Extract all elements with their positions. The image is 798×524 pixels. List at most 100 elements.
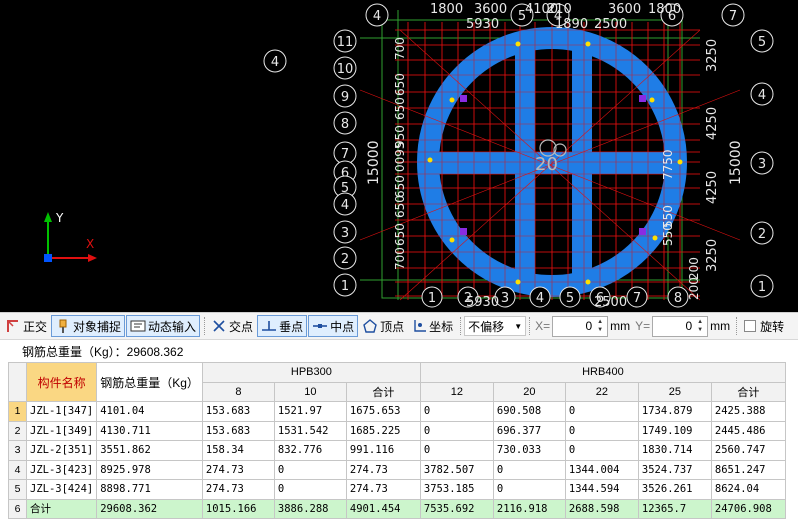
axis-bubble-right[interactable]: 3: [750, 151, 774, 175]
axis-bubble-left[interactable]: 9: [333, 84, 357, 108]
weight-value-cell[interactable]: 1830.714: [637, 440, 712, 461]
table-row[interactable]: 4 JZL-3[423] 8925.978 274.73 0 274.73 3782.507…: [8, 459, 786, 480]
row-number[interactable]: 2: [8, 420, 27, 441]
total-weight-cell[interactable]: 3551.862: [96, 440, 203, 461]
table-row[interactable]: 2 JZL-1[349] 4130.711 153.683 1531.542 1685.2…: [8, 420, 786, 441]
cad-drawing[interactable]: 20 1110987654321543214 5 4 6 71 2 3 4 5 6 7 84 1800…: [0, 0, 798, 312]
weight-value-cell[interactable]: 1734.879: [637, 401, 712, 422]
axis-bubble-left[interactable]: 4: [333, 192, 357, 216]
x-spinner[interactable]: ▲ ▼: [595, 317, 605, 336]
axis-bubble-top[interactable]: 4: [365, 3, 389, 27]
weight-value-cell[interactable]: 0: [273, 479, 347, 500]
beam-vertical-left[interactable]: [515, 42, 535, 284]
total-weight-cell[interactable]: 8925.978: [96, 459, 203, 480]
weight-value-cell[interactable]: 274.73: [345, 479, 421, 500]
total-weight-cell[interactable]: 4101.04: [96, 401, 203, 422]
member-name-cell[interactable]: JZL-1[349]: [25, 420, 98, 441]
member-name-cell[interactable]: 合计: [25, 498, 98, 519]
weight-value-cell[interactable]: 690.508: [492, 401, 566, 422]
weight-value-cell[interactable]: 1521.97: [273, 401, 347, 422]
table-row[interactable]: 6 合计 29608.362 1015.166 3886.288 4901.454 7535…: [8, 498, 786, 519]
weight-value-cell[interactable]: 2116.918: [492, 498, 566, 519]
column-header-diameter[interactable]: 合计: [710, 381, 786, 402]
weight-value-cell[interactable]: 153.683: [201, 420, 275, 441]
weight-value-cell[interactable]: 2560.747: [710, 440, 786, 461]
weight-value-cell[interactable]: 3526.261: [637, 479, 712, 500]
table-row[interactable]: 3 JZL-2[351] 3551.862 158.34 832.776 991.116 0…: [8, 440, 786, 461]
column-header-diameter[interactable]: 合计: [345, 381, 421, 402]
weight-value-cell[interactable]: 1344.004: [564, 459, 639, 480]
axis-bubble-left[interactable]: 11: [333, 29, 357, 53]
beam-vertical-right[interactable]: [572, 42, 592, 284]
weight-value-cell[interactable]: 7535.692: [419, 498, 494, 519]
weight-value-cell[interactable]: 1015.166: [201, 498, 275, 519]
member-name-cell[interactable]: JZL-3[423]: [25, 459, 98, 480]
axis-bubble-right[interactable]: 4: [750, 82, 774, 106]
weight-value-cell[interactable]: 0: [419, 401, 494, 422]
weight-value-cell[interactable]: 3782.507: [419, 459, 494, 480]
cad-viewport[interactable]: 20 11 10 9 8 7 6 5 4 3 2 1 5 4 3 2 1 4 5 4 6 7 1 2 3 4 5 6 7 8 4 1800…: [0, 0, 798, 312]
weight-value-cell[interactable]: 0: [419, 420, 494, 441]
weight-value-cell[interactable]: 2688.598: [564, 498, 639, 519]
weight-value-cell[interactable]: 153.683: [201, 401, 275, 422]
weight-value-cell[interactable]: 0: [492, 479, 566, 500]
rotate-checkbox[interactable]: [744, 320, 757, 332]
weight-value-cell[interactable]: 1685.225: [345, 420, 421, 441]
axis-bubble-right[interactable]: 5: [750, 29, 774, 53]
axis-bubble-left[interactable]: 3: [333, 220, 357, 244]
column-header-diameter[interactable]: 8: [201, 381, 275, 402]
offset-mode-select[interactable]: 不偏移 ▼: [464, 316, 527, 336]
midpoint-snap[interactable]: 中点: [308, 315, 359, 337]
weight-value-cell[interactable]: 8624.04: [710, 479, 786, 500]
total-weight-cell[interactable]: 29608.362: [96, 498, 203, 519]
member-name-cell[interactable]: JZL-2[351]: [25, 440, 98, 461]
weight-value-cell[interactable]: 8651.247: [710, 459, 786, 480]
weight-value-cell[interactable]: 3524.737: [637, 459, 712, 480]
ortho-toggle[interactable]: 正交: [2, 315, 50, 337]
axis-bubble-bottom[interactable]: 4: [529, 286, 551, 308]
column-header-diameter[interactable]: 22: [564, 381, 639, 402]
weight-value-cell[interactable]: 3753.185: [419, 479, 494, 500]
axis-bubble-top[interactable]: 7: [721, 3, 745, 27]
row-number[interactable]: 1: [8, 401, 27, 422]
weight-value-cell[interactable]: 832.776: [273, 440, 347, 461]
axis-bubble-left[interactable]: 8: [333, 111, 357, 135]
axis-bubble-left[interactable]: 10: [333, 56, 357, 80]
weight-value-cell[interactable]: 0: [273, 459, 347, 480]
row-number[interactable]: 6: [8, 498, 27, 519]
intersection-snap[interactable]: 交点: [208, 315, 256, 337]
dynamic-input-toggle[interactable]: 动态输入: [126, 315, 201, 337]
column-header-weight[interactable]: 钢筋总重量（Kg）: [96, 362, 203, 402]
weight-value-cell[interactable]: 2425.388: [710, 401, 786, 422]
weight-value-cell[interactable]: 158.34: [201, 440, 275, 461]
weight-value-cell[interactable]: 274.73: [201, 479, 275, 500]
member-name-cell[interactable]: JZL-1[347]: [25, 401, 98, 422]
column-header-diameter[interactable]: 10: [273, 381, 347, 402]
column-header-diameter[interactable]: 12: [419, 381, 494, 402]
perpendicular-snap[interactable]: 垂点: [257, 315, 308, 337]
axis-bubble-right[interactable]: 1: [750, 274, 774, 298]
column-header-name[interactable]: 构件名称: [25, 362, 98, 402]
axis-bubble-left[interactable]: 2: [333, 246, 357, 270]
axis-bubble-bottom[interactable]: 8: [667, 286, 689, 308]
row-number[interactable]: 5: [8, 479, 27, 500]
weight-value-cell[interactable]: 0: [419, 440, 494, 461]
table-row[interactable]: 5 JZL-3[424] 8898.771 274.73 0 274.73 3753.185…: [8, 479, 786, 500]
total-weight-cell[interactable]: 8898.771: [96, 479, 203, 500]
weight-value-cell[interactable]: 2445.486: [710, 420, 786, 441]
weight-value-cell[interactable]: 730.033: [492, 440, 566, 461]
column-header-diameter[interactable]: 25: [637, 381, 712, 402]
axis-bubble-bottom[interactable]: 5: [559, 286, 581, 308]
weight-value-cell[interactable]: 0: [564, 440, 639, 461]
weight-value-cell[interactable]: 1749.109: [637, 420, 712, 441]
y-input[interactable]: 0 ▲ ▼: [652, 315, 709, 337]
y-spinner[interactable]: ▲ ▼: [695, 317, 705, 336]
axis-bubble-bottom[interactable]: 1: [421, 286, 443, 308]
total-weight-cell[interactable]: 4130.711: [96, 420, 203, 441]
weight-value-cell[interactable]: 274.73: [345, 459, 421, 480]
weight-value-cell[interactable]: 0: [564, 401, 639, 422]
axis-bubble-far-left[interactable]: 4: [263, 49, 287, 73]
axis-bubble-left[interactable]: 1: [333, 273, 357, 297]
object-snap-toggle[interactable]: 对象捕捉: [51, 315, 126, 337]
row-number[interactable]: 4: [8, 459, 27, 480]
